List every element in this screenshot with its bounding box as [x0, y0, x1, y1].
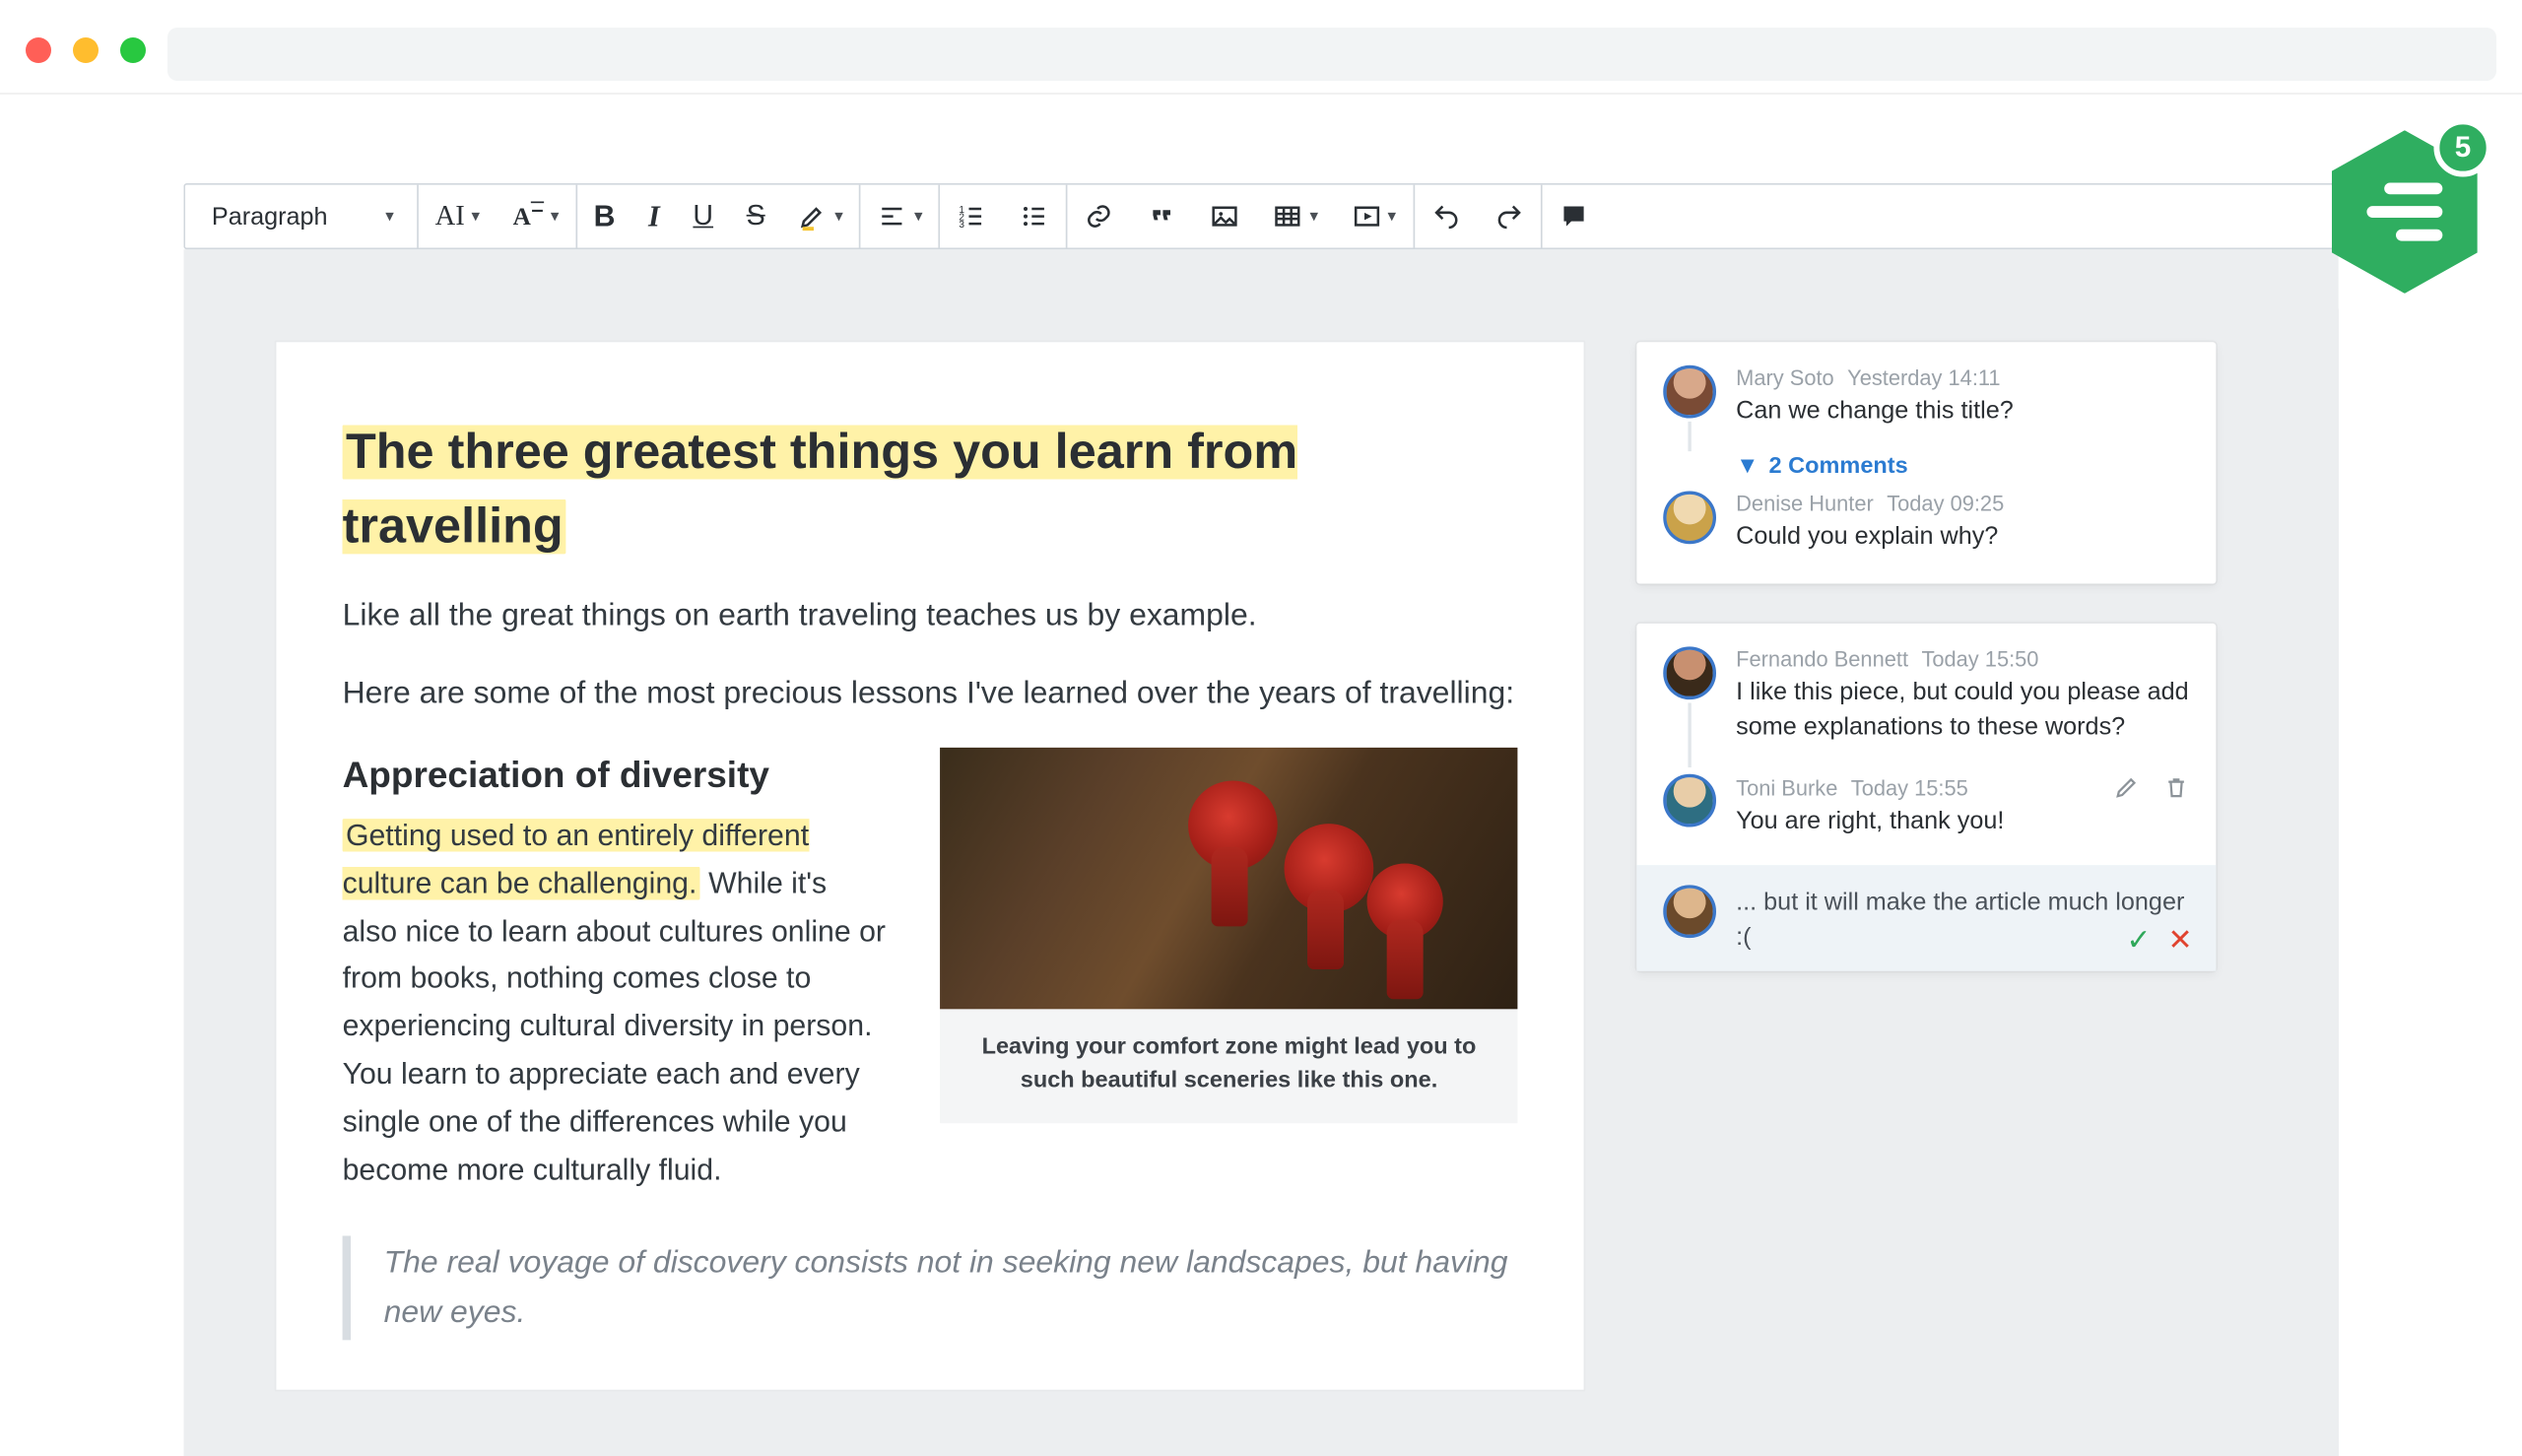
close-window-dot[interactable]	[26, 37, 51, 63]
document-title[interactable]: The three greatest things you learn from…	[343, 425, 1298, 554]
comment-text: Could you explain why?	[1736, 519, 2189, 554]
undo-button[interactable]	[1414, 185, 1477, 248]
font-size-select[interactable]: A⁻ ▾	[497, 185, 575, 248]
link-icon	[1085, 201, 1114, 231]
editor-toolbar: Paragraph ▾ AI ▾ A⁻ ▾ B I U S ▾	[183, 183, 2338, 249]
quote-icon	[1148, 201, 1177, 231]
comment-thread[interactable]: Mary Soto Yesterday 14:11 Can we change …	[1636, 342, 2216, 583]
comment-author: Toni Burke	[1736, 775, 1837, 800]
address-bar[interactable]	[167, 28, 2496, 81]
notifications-badge[interactable]: 5	[2332, 130, 2478, 294]
browser-chrome	[0, 0, 2522, 95]
avatar	[1663, 885, 1716, 938]
chevron-down-icon: ▾	[834, 207, 842, 225]
caret-down-icon: ▼	[1736, 451, 1759, 478]
reply-compose[interactable]: ... but it will make the article much lo…	[1636, 865, 2216, 971]
comment-thread[interactable]: Fernando Bennett Today 15:50 I like this…	[1636, 624, 2216, 971]
blockquote[interactable]: The real voyage of discovery consists no…	[343, 1236, 1518, 1341]
avatar	[1663, 365, 1716, 419]
bold-icon: B	[594, 199, 616, 233]
comment-time: Yesterday 14:11	[1847, 365, 2000, 390]
chevron-down-icon: ▾	[472, 207, 480, 225]
svg-text:3: 3	[960, 220, 965, 231]
font-family-label: AI	[435, 200, 465, 233]
notifications-count: 5	[2433, 118, 2491, 176]
comment-author: Mary Soto	[1736, 365, 1834, 390]
submit-reply-icon[interactable]: ✓	[2126, 923, 2151, 958]
alignment-select[interactable]: ▾	[861, 185, 939, 248]
media-button[interactable]: ▾	[1335, 185, 1413, 248]
underline-icon: U	[693, 200, 713, 233]
avatar	[1663, 774, 1716, 827]
image-button[interactable]	[1194, 185, 1257, 248]
chevron-down-icon: ▾	[551, 207, 559, 225]
figure-image	[941, 748, 1518, 1009]
italic-button[interactable]: I	[631, 185, 676, 248]
document[interactable]: The three greatest things you learn from…	[276, 342, 1583, 1390]
paragraph-rest: While it's also nice to learn about cult…	[343, 866, 886, 1185]
window-controls	[26, 30, 146, 63]
minimize-window-dot[interactable]	[73, 37, 99, 63]
align-left-icon	[878, 201, 907, 231]
edit-icon[interactable]	[2113, 774, 2140, 801]
reply-draft-text[interactable]: ... but it will make the article much lo…	[1736, 885, 2189, 955]
replies-toggle[interactable]: ▼ 2 Comments	[1736, 451, 2189, 478]
comment-author: Fernando Bennett	[1736, 646, 1908, 671]
italic-icon: I	[648, 199, 660, 233]
bulleted-list-icon	[1021, 201, 1050, 231]
figure-caption[interactable]: Leaving your comfort zone might lead you…	[941, 1009, 1518, 1122]
block-style-label: Paragraph	[212, 202, 328, 231]
font-family-select[interactable]: AI ▾	[419, 185, 497, 248]
figure[interactable]: Leaving your comfort zone might lead you…	[941, 748, 1518, 1123]
comment-time: Today 15:50	[1921, 646, 2038, 671]
chevron-down-icon: ▾	[385, 207, 393, 225]
avatar	[1663, 491, 1716, 544]
highlight-button[interactable]: ▾	[782, 185, 860, 248]
chevron-down-icon: ▾	[914, 207, 922, 225]
comments-sidebar: Mary Soto Yesterday 14:11 Can we change …	[1636, 342, 2216, 1390]
section-heading[interactable]: Appreciation of diversity	[343, 748, 888, 802]
avatar	[1663, 646, 1716, 699]
comment-text: Can we change this title?	[1736, 393, 2189, 428]
comment-icon	[1559, 201, 1588, 231]
bulleted-list-button[interactable]	[1004, 185, 1067, 248]
table-icon	[1274, 201, 1303, 231]
media-icon	[1352, 201, 1381, 231]
block-style-select[interactable]: Paragraph ▾	[185, 185, 417, 248]
section-paragraph[interactable]: Getting used to an entirely different cu…	[343, 812, 888, 1193]
redo-icon	[1493, 201, 1523, 231]
delete-icon[interactable]	[2163, 774, 2190, 801]
replies-toggle-label: 2 Comments	[1769, 451, 1908, 478]
redo-button[interactable]	[1477, 185, 1540, 248]
table-button[interactable]: ▾	[1257, 185, 1335, 248]
link-button[interactable]	[1068, 185, 1131, 248]
comment-time: Today 15:55	[1851, 775, 1968, 800]
image-icon	[1211, 201, 1240, 231]
undo-icon	[1430, 201, 1460, 231]
maximize-window-dot[interactable]	[120, 37, 146, 63]
chevron-down-icon: ▾	[1310, 207, 1318, 225]
numbered-list-icon: 123	[958, 201, 987, 231]
comment-text: You are right, thank you!	[1736, 804, 2189, 838]
numbered-list-button[interactable]: 123	[941, 185, 1004, 248]
comment-text: I like this piece, but could you please …	[1736, 675, 2189, 745]
comment-button[interactable]	[1542, 185, 1605, 248]
editor-stage: 5 Paragraph ▾ AI ▾ A⁻ ▾ B I U S	[183, 183, 2338, 1456]
bold-button[interactable]: B	[577, 185, 631, 248]
comment-author: Denise Hunter	[1736, 491, 1874, 515]
marker-icon	[798, 201, 828, 231]
strikethrough-button[interactable]: S	[730, 185, 782, 248]
blockquote-button[interactable]	[1131, 185, 1194, 248]
lead-paragraph-2[interactable]: Here are some of the most precious lesso…	[343, 671, 1518, 718]
font-size-label: A⁻	[513, 201, 545, 232]
editor-canvas: The three greatest things you learn from…	[183, 249, 2338, 1456]
chevron-down-icon: ▾	[1388, 207, 1396, 225]
cancel-reply-icon[interactable]: ✕	[2167, 923, 2192, 958]
lead-paragraph-1[interactable]: Like all the great things on earth trave…	[343, 594, 1518, 641]
comment-time: Today 09:25	[1887, 491, 2004, 515]
underline-button[interactable]: U	[677, 185, 730, 248]
strike-icon: S	[747, 200, 765, 233]
